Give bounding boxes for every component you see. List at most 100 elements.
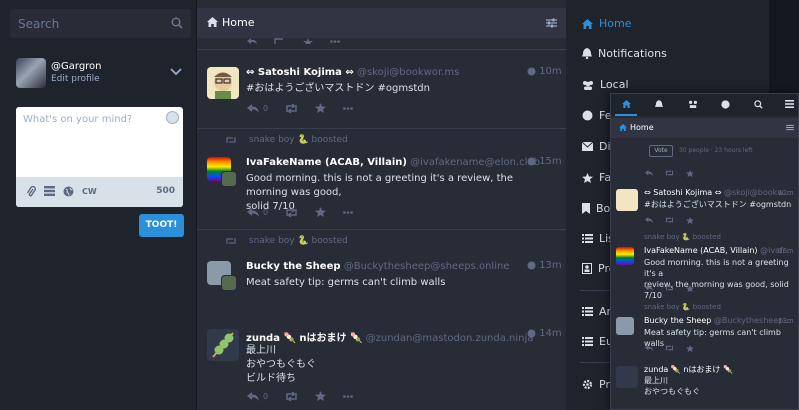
compose-textarea[interactable] [23,114,163,174]
avatar[interactable] [616,247,634,265]
avatar[interactable] [207,329,239,361]
status[interactable]: snake boy 🐍 boosted IvaFakeName (ACAB, V… [197,129,566,229]
nav-item-favourites[interactable]: Fa [582,171,611,184]
sliders-icon[interactable] [546,18,557,28]
reply-icon[interactable] [645,285,653,291]
boost-indicator[interactable]: snake boy 🐍 boosted [644,233,721,241]
reply-button[interactable]: 0 [247,207,268,217]
boost-button[interactable] [285,103,298,113]
nav-item-federated[interactable]: Fe [582,109,612,122]
favourite-button[interactable] [315,103,327,113]
nav-item-direct[interactable]: Di [582,140,611,153]
boost-button[interactable] [285,391,298,401]
hashtag[interactable]: #おはようございマストドン #ogmstdn [246,82,430,96]
boost-icon[interactable] [665,170,674,176]
reply-button[interactable]: 0 [247,391,268,401]
favourite-icon[interactable] [686,169,694,177]
favourite-button[interactable] [315,207,327,217]
status-time[interactable]: 13m [527,260,562,271]
favourite-icon[interactable] [686,284,694,292]
nav-item-local[interactable]: Local [582,78,629,91]
bell-icon[interactable] [655,100,663,109]
reply-icon[interactable] [645,217,653,223]
boost-indicator[interactable]: snake boy 🐍 boosted [225,236,348,246]
display-name[interactable]: Bucky the Sheep [246,261,341,272]
users-icon[interactable] [688,100,698,108]
nav-item-list-eu[interactable]: Eu [582,335,613,348]
booster-avatar[interactable] [221,171,237,187]
display-name[interactable]: zunda 🍡 nはおまけ 🍡 [246,333,362,344]
nav-item-home[interactable]: Home [582,17,631,30]
more-icon[interactable] [330,39,340,43]
boost-indicator[interactable]: snake boy 🐍 boosted [644,303,721,311]
nav-item-notifications[interactable]: Notifications [582,47,667,60]
status-content: 最上川 おやつもぐもぐ [644,376,700,396]
favourite-icon[interactable] [686,344,694,352]
vote-button[interactable]: Vote [649,145,673,157]
display-name[interactable]: Bucky the Sheep [644,316,711,325]
globe-icon[interactable] [63,186,74,197]
avatar[interactable] [16,58,46,88]
status-time[interactable]: 15m [527,156,562,167]
search-input[interactable] [18,15,168,32]
display-name[interactable]: zunda 🍡 nはおまけ 🍡 [644,365,733,374]
reply-icon[interactable] [247,38,257,44]
more-button[interactable] [343,394,353,398]
home-icon[interactable] [622,100,631,108]
edit-profile-link[interactable]: Edit profile [51,74,100,84]
favourite-button[interactable] [315,391,327,401]
avatar[interactable] [616,189,638,211]
status-time[interactable]: 10m [527,66,562,77]
status-time[interactable]: 13m [778,317,794,325]
avatar[interactable] [616,317,634,335]
account-name[interactable]: @Gargron [51,61,102,72]
reply-icon[interactable] [645,345,653,351]
boost-icon[interactable] [274,38,286,44]
toot-button[interactable]: TOOT! [139,214,184,237]
favourite-icon[interactable] [303,38,313,44]
reply-button[interactable]: 0 [247,103,268,113]
globe-icon [527,157,536,166]
favourite-icon[interactable] [686,216,694,224]
display-name[interactable]: ⇔ Satoshi Kojima ⇔ [246,67,354,78]
sliders-icon[interactable] [786,124,794,131]
avatar[interactable] [616,366,638,388]
status-time[interactable]: 16m [778,247,794,255]
action-bar: 0 [247,390,370,402]
account-handle[interactable]: @Buckythesheep@sheeps.online [344,261,510,272]
display-name[interactable]: IvaFakeName (ACAB, Villain) [644,246,758,255]
account-handle[interactable]: @ivafakename@elon.club [410,157,540,168]
status-time[interactable]: 14m [527,328,562,339]
boost-button[interactable] [285,207,298,217]
status[interactable]: snake boy 🐍 boosted Bucky the Sheep @Buc… [197,230,566,317]
content-warning-button[interactable]: CW [82,187,97,196]
more-button[interactable] [343,106,353,110]
status-time[interactable]: 12m [778,189,794,197]
status[interactable]: zunda 🍡 nはおまけ 🍡 @zundan@mastodon.zunda.n… [197,317,566,410]
emoji-picker-icon[interactable] [166,111,179,124]
boost-icon[interactable] [665,285,674,291]
account-handle[interactable]: @zundan@mastodon.zunda.ninja [366,333,534,344]
search-icon[interactable] [171,17,183,29]
display-name[interactable]: ⇔ Satoshi Kojima ⇔ [644,188,721,197]
avatar[interactable] [207,67,239,99]
search-icon[interactable] [754,100,763,109]
boost-icon[interactable] [665,345,674,351]
status[interactable]: ⇔ Satoshi Kojima ⇔ @skoji@bookwor.ms 10m… [197,50,566,127]
chevron-down-icon[interactable] [170,68,182,76]
status-header: zunda 🍡 nはおまけ 🍡 [644,364,733,375]
boost-icon[interactable] [665,217,674,223]
mobile-column-header[interactable]: Home [611,118,798,138]
nav-item-bookmarks[interactable]: Bo [582,202,610,215]
account-handle[interactable]: @skoji@bookwor.ms [357,67,459,78]
menu-icon[interactable] [785,100,794,108]
display-name[interactable]: IvaFakeName (ACAB, Villain) [246,157,407,168]
more-button[interactable] [343,210,353,214]
column-header[interactable]: Home [197,8,566,38]
reply-icon[interactable] [645,170,653,176]
globe-icon[interactable] [721,100,730,109]
poll-icon[interactable] [44,186,55,196]
paperclip-icon[interactable] [26,186,36,198]
boost-indicator[interactable]: snake boy 🐍 boosted [225,135,348,145]
booster-avatar[interactable] [221,275,237,291]
